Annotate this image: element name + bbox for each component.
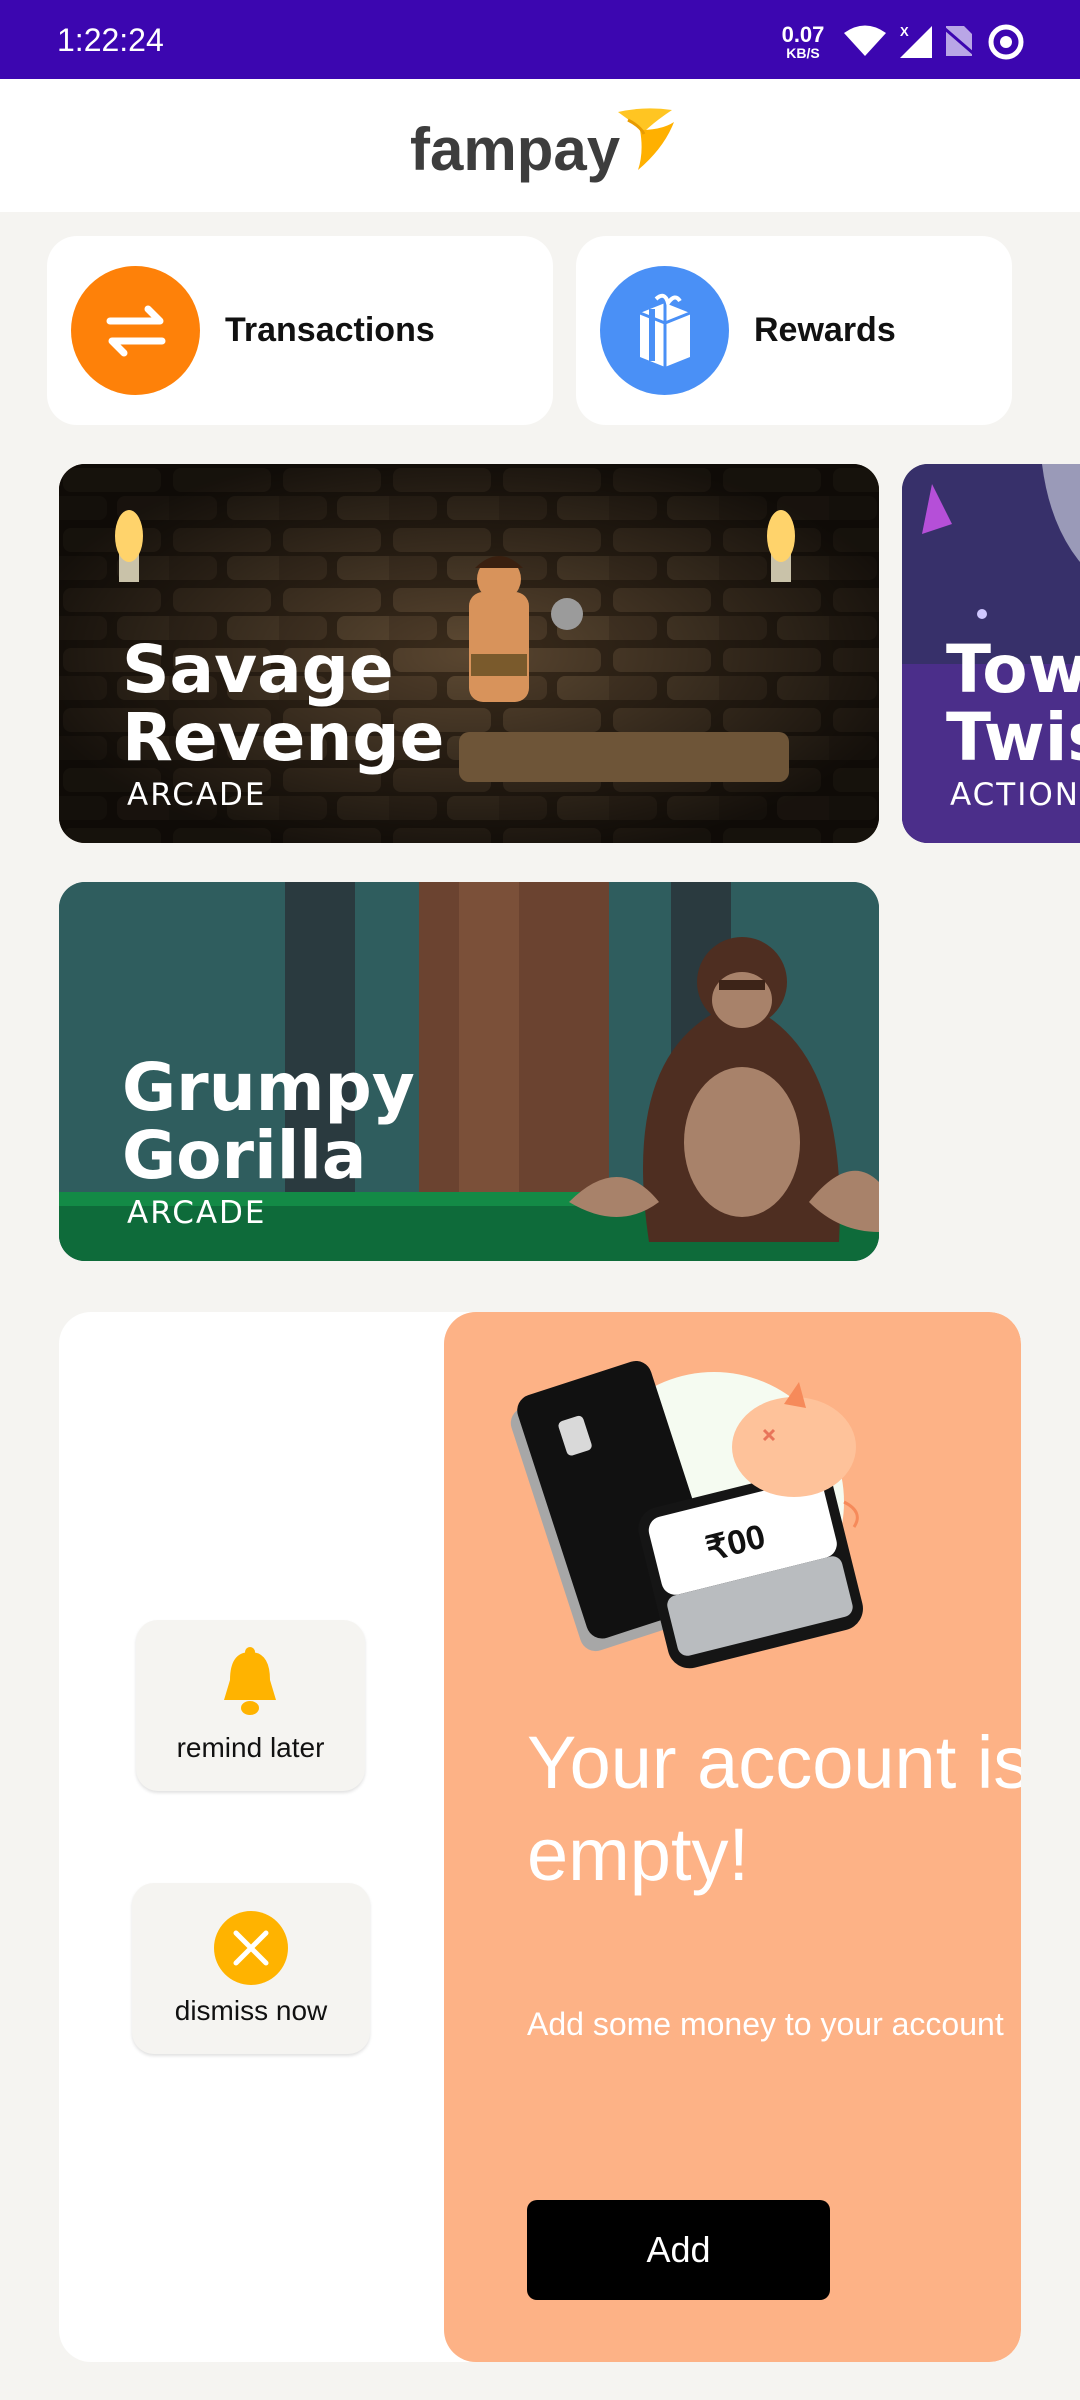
game-card-savage-revenge[interactable]: Savage Revenge ARCADE	[59, 464, 879, 843]
transactions-card[interactable]: Transactions	[47, 236, 553, 425]
promo-title: Your account is empty!	[527, 1717, 1021, 1901]
dismiss-now-button[interactable]: dismiss now	[132, 1883, 370, 2054]
game-genre: ARCADE	[127, 1195, 267, 1231]
game-card-tower-twist[interactable]: Tow Twis ACTION	[902, 464, 1080, 843]
app-header: fampay	[0, 79, 1080, 212]
game-title-line2: Gorilla	[122, 1117, 367, 1194]
game-title-line2: Twis	[946, 699, 1080, 776]
promo-title-line2: empty!	[527, 1813, 750, 1896]
empty-wallet-illustration: ₹00	[510, 1361, 863, 1669]
brand-logo[interactable]: fampay	[410, 107, 676, 189]
game-title-line1: Savage	[122, 631, 394, 708]
bird-logo-icon	[614, 104, 676, 177]
game-title-line1: Tow	[946, 631, 1080, 708]
gift-icon	[600, 266, 729, 395]
promo-subtitle: Add some money to your account	[527, 2006, 1004, 2042]
arrows-swap-icon	[71, 266, 200, 395]
promo-title-line1: Your account is	[527, 1721, 1021, 1804]
close-icon	[214, 1911, 288, 1990]
transactions-label: Transactions	[225, 311, 435, 349]
game-genre: ACTION	[950, 777, 1080, 813]
network-speed-unit: KB/S	[786, 45, 820, 61]
game-title-line1: Grumpy	[122, 1049, 415, 1126]
empty-account-card: ₹00 Your account is empty! Add some mone…	[444, 1312, 1021, 2362]
promo-swipe-card: remind later dismiss now ₹00 Your accoun…	[59, 1312, 1021, 2362]
status-bar: 1:22:24 0.07 KB/S X	[0, 0, 1080, 79]
network-speed-value: 0.07	[781, 22, 825, 47]
rewards-label: Rewards	[754, 311, 896, 349]
no-sim-icon	[943, 24, 975, 63]
svg-text:X: X	[900, 24, 909, 39]
add-money-button[interactable]: Add	[527, 2200, 830, 2300]
brand-name: fampay	[410, 115, 621, 183]
game-genre: ARCADE	[127, 777, 267, 813]
wifi-icon	[842, 24, 888, 63]
remind-later-label: remind later	[176, 1732, 325, 1763]
game-card-grumpy-gorilla[interactable]: Grumpy Gorilla ARCADE	[59, 882, 879, 1261]
game-title-line2: Revenge	[122, 699, 445, 776]
remind-later-button[interactable]: remind later	[136, 1620, 365, 1791]
bell-icon	[216, 1646, 284, 1721]
signal-icon: X	[896, 24, 936, 65]
status-time: 1:22:24	[57, 22, 164, 58]
dismiss-now-label: dismiss now	[174, 1995, 328, 2026]
network-speed: 0.07 KB/S	[778, 22, 828, 61]
rewards-card[interactable]: Rewards	[576, 236, 1012, 425]
target-icon	[988, 24, 1024, 65]
